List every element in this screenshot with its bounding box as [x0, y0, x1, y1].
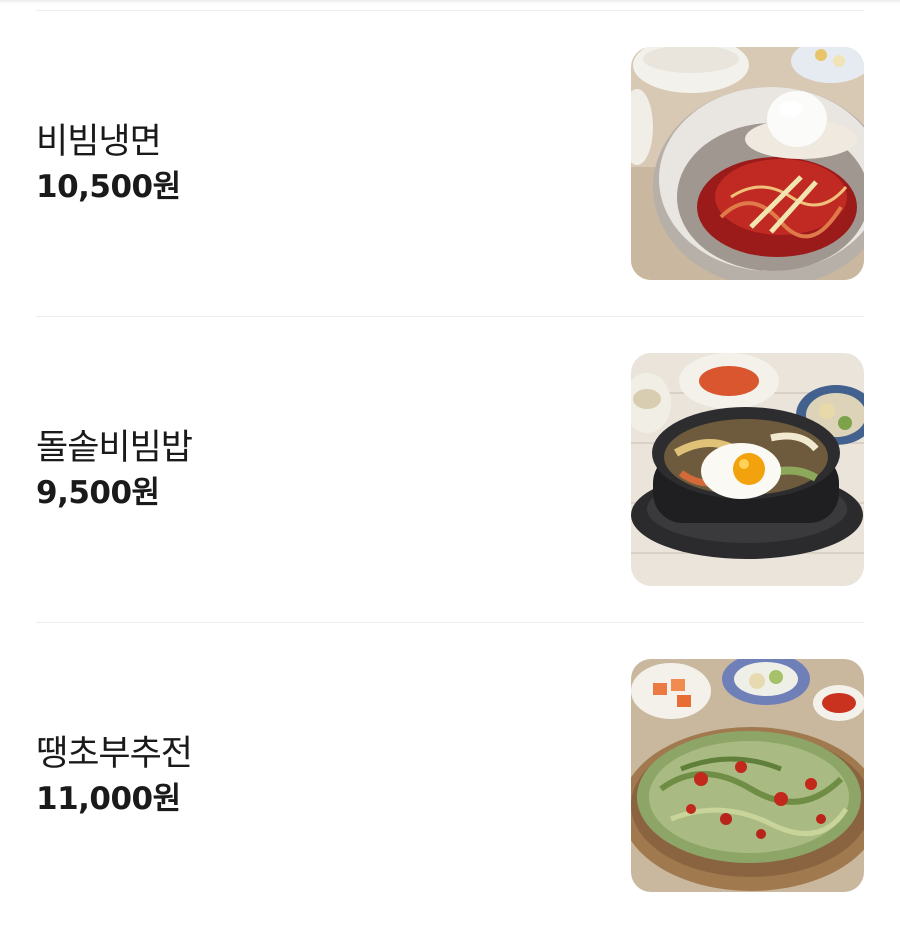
menu-item-price: 9,500원 — [36, 474, 160, 511]
menu-item-photo[interactable] — [631, 659, 864, 892]
top-edge-shadow — [0, 0, 900, 4]
ttaengcho-buchujeon-photo — [631, 659, 864, 892]
menu-item-price: 11,000원 — [36, 780, 181, 817]
menu-item-photo[interactable] — [631, 47, 864, 280]
dolsot-bibimbap-photo — [631, 353, 864, 586]
menu-item[interactable]: 비빔냉면 10,500원 — [36, 10, 864, 316]
menu-item-price: 10,500원 — [36, 168, 181, 205]
menu-item-text: 비빔냉면 10,500원 — [36, 11, 181, 316]
menu-item[interactable]: 땡초부추전 11,000원 — [36, 622, 864, 928]
menu-item-text: 돌솥비빔밥 9,500원 — [36, 317, 193, 622]
menu-item-text: 땡초부추전 11,000원 — [36, 623, 193, 928]
menu-item-name: 땡초부추전 — [36, 733, 193, 774]
menu-list: 비빔냉면 10,500원 돌솥비빔밥 9,500원 땡초부추전 11,000원 — [36, 10, 864, 928]
menu-item[interactable]: 돌솥비빔밥 9,500원 — [36, 316, 864, 622]
bibim-naengmyeon-photo — [631, 47, 864, 280]
menu-item-name: 돌솥비빔밥 — [36, 427, 193, 468]
menu-item-name: 비빔냉면 — [36, 121, 162, 162]
menu-item-photo[interactable] — [631, 353, 864, 586]
